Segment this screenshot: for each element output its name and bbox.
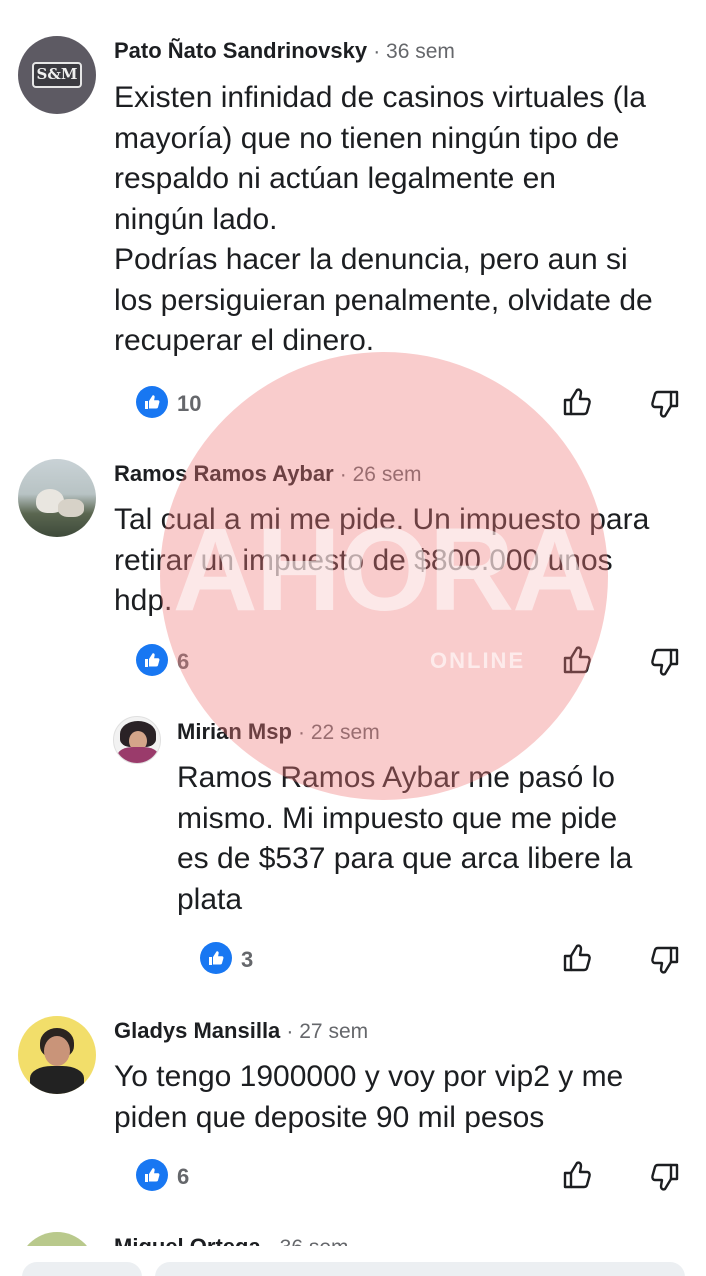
avatar[interactable] [18,1016,96,1094]
avatar[interactable]: S&M [18,36,96,114]
thumbs-down-outline-icon [649,388,681,420]
author-name[interactable]: Gladys Mansilla [114,1018,280,1043]
upvote-button[interactable] [557,1155,597,1195]
timestamp[interactable]: · 36 sem [373,40,455,63]
reaction-count[interactable]: 3 [241,947,253,973]
comment-4-partial: Miguel Ortega · 36 sem [0,1230,706,1246]
reaction-row: 6 [0,1155,706,1195]
like-reaction-icon[interactable] [200,942,232,974]
reaction-count[interactable]: 6 [177,1164,189,1190]
comment-header: Gladys Mansilla · 27 sem [114,1018,368,1044]
downvote-button[interactable] [645,1157,685,1197]
avatar[interactable] [113,716,161,764]
avatar[interactable] [18,1232,96,1246]
comment-input[interactable] [155,1262,685,1276]
comment-header: Ramos Ramos Aybar · 26 sem [114,461,422,487]
like-reaction-icon[interactable] [136,1159,168,1191]
author-name[interactable]: Miguel Ortega [114,1234,261,1246]
reaction-count[interactable]: 10 [177,391,201,417]
timestamp[interactable]: · 36 sem [267,1236,349,1246]
timestamp[interactable]: · 22 sem [298,721,380,744]
comment-text: Existen infinidad de casinos virtuales (… [114,81,653,357]
thumbs-down-outline-icon [649,1161,681,1193]
avatar-logo-text: S&M [36,65,78,83]
comment-header: Miguel Ortega · 36 sem [114,1234,349,1246]
downvote-button[interactable] [645,940,685,980]
reaction-row: 10 [0,382,706,422]
comment-header: Mirian Msp · 22 sem [177,719,380,745]
bottom-input-bar [0,1258,706,1276]
thumbs-down-outline-icon [649,944,681,976]
avatar[interactable] [18,459,96,537]
comment-header: Pato Ñato Sandrinovsky · 36 sem [114,38,455,64]
author-name[interactable]: Pato Ñato Sandrinovsky [114,38,367,63]
downvote-button[interactable] [645,642,685,682]
thumbs-down-outline-icon [649,646,681,678]
timestamp[interactable]: · 26 sem [340,463,422,486]
timestamp[interactable]: · 27 sem [286,1020,368,1043]
comment-text: Ramos Ramos Aybar me pasó lo mismo. Mi i… [177,761,633,916]
comment-text: Tal cual a mi me pide. Un impuesto para … [114,503,650,617]
upvote-button[interactable] [557,382,597,422]
like-reaction-icon[interactable] [136,386,168,418]
upvote-button[interactable] [557,938,597,978]
thumbs-up-outline-icon [561,386,593,418]
thumbs-up-outline-icon [561,942,593,974]
bottom-left-pill[interactable] [22,1262,142,1276]
author-name[interactable]: Mirian Msp [177,719,292,744]
comment-text: Yo tengo 1900000 y voy por vip2 y me pid… [114,1060,624,1134]
reaction-row: 3 [0,938,706,978]
reaction-row: 6 [0,640,706,680]
author-name[interactable]: Ramos Ramos Aybar [114,461,334,486]
upvote-button[interactable] [557,640,597,680]
like-reaction-icon[interactable] [136,644,168,676]
downvote-button[interactable] [645,384,685,424]
thumbs-up-outline-icon [561,1159,593,1191]
thumbs-up-outline-icon [561,644,593,676]
reaction-count[interactable]: 6 [177,649,189,675]
